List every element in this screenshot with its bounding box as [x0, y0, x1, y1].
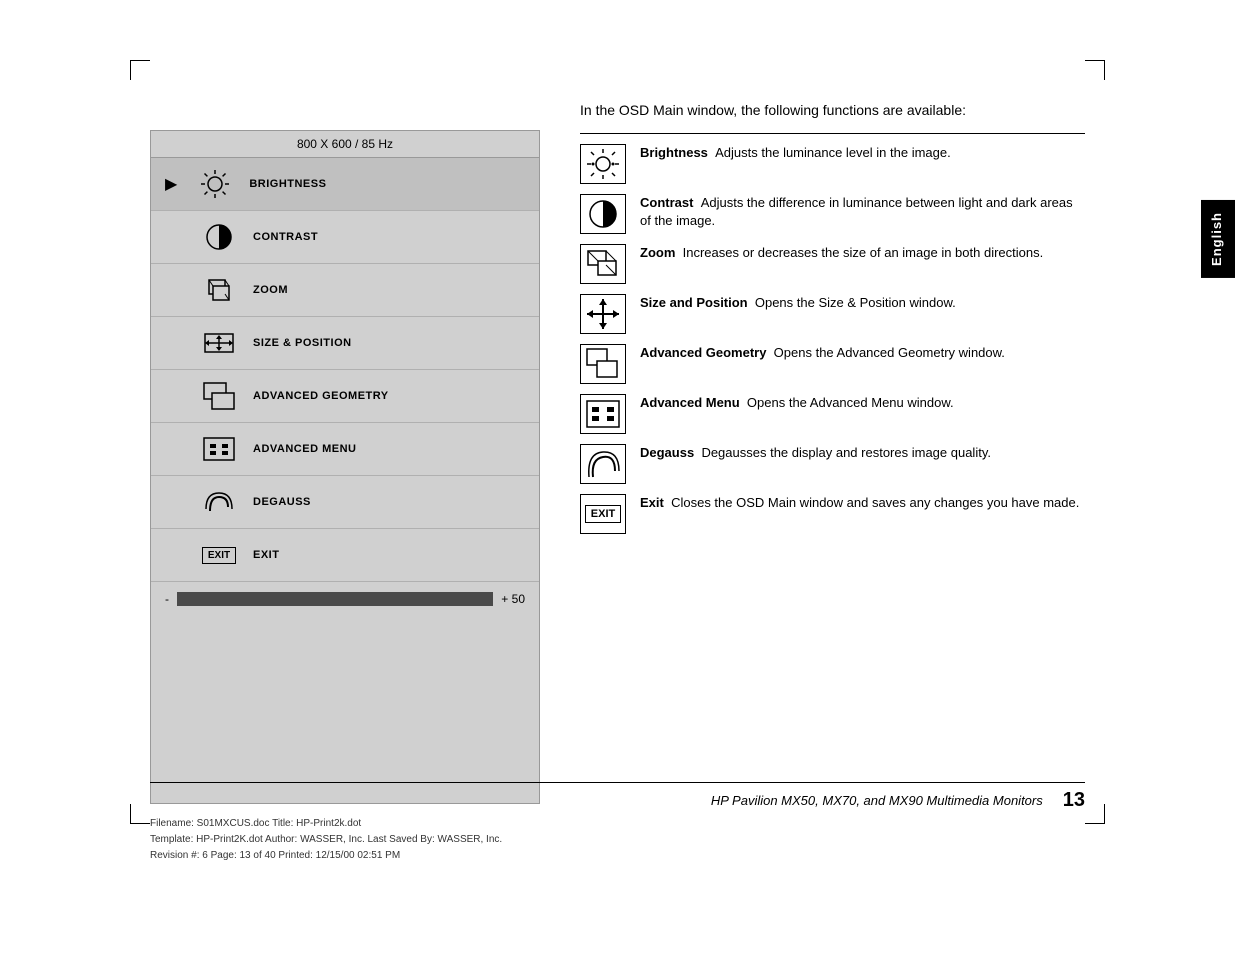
language-tab: English [1201, 200, 1235, 278]
corner-mark-tr [1085, 60, 1105, 80]
osd-item-exit[interactable]: EXIT EXIT [151, 529, 539, 582]
func-exit-desc: Closes the OSD Main window and saves any… [671, 495, 1079, 510]
func-exit-text: Exit Closes the OSD Main window and save… [640, 494, 1085, 512]
brightness-label: BRIGHTNESS [249, 178, 326, 190]
osd-item-contrast[interactable]: CONTRAST [151, 211, 539, 264]
main-area: 800 X 600 / 85 Hz ▶ [150, 80, 1085, 804]
func-advanced-menu-text: Advanced Menu Opens the Advanced Menu wi… [640, 394, 1085, 412]
exit-osd-icon: EXIT [201, 537, 237, 573]
func-contrast-text: Contrast Adjusts the difference in lumin… [640, 194, 1085, 230]
function-zoom: Zoom Increases or decreases the size of … [580, 244, 1085, 284]
corner-mark-bl [130, 804, 150, 824]
zoom-label: ZOOM [253, 284, 288, 296]
func-degauss-icon [580, 444, 626, 484]
osd-item-degauss[interactable]: DEGAUSS [151, 476, 539, 529]
function-contrast: Contrast Adjusts the difference in lumin… [580, 194, 1085, 234]
function-degauss: Degauss Degausses the display and restor… [580, 444, 1085, 484]
page-number: 13 [1063, 789, 1085, 812]
function-exit: EXIT Exit Closes the OSD Main window and… [580, 494, 1085, 534]
func-advanced-geometry-icon [580, 344, 626, 384]
func-advanced-menu-desc: Opens the Advanced Menu window. [747, 395, 954, 410]
right-panel: In the OSD Main window, the following fu… [580, 100, 1085, 804]
osd-slider-row: - + 50 [151, 582, 539, 616]
func-size-position-text: Size and Position Opens the Size & Posit… [640, 294, 1085, 312]
func-size-position-desc: Opens the Size & Position window. [755, 295, 956, 310]
footer-title: HP Pavilion MX50, MX70, and MX90 Multime… [711, 793, 1043, 808]
func-contrast-title: Contrast [640, 195, 693, 210]
zoom-icon [201, 272, 237, 308]
degauss-label: DEGAUSS [253, 496, 311, 508]
corner-mark-tl [130, 60, 150, 80]
advanced-geometry-icon [201, 378, 237, 414]
func-contrast-desc: Adjusts the difference in luminance betw… [640, 195, 1073, 228]
footer-title-line: HP Pavilion MX50, MX70, and MX90 Multime… [150, 782, 1085, 812]
function-size-position: Size and Position Opens the Size & Posit… [580, 294, 1085, 334]
osd-item-advanced-geometry[interactable]: ADVANCED GEOMETRY [151, 370, 539, 423]
advanced-menu-label: ADVANCED MENU [253, 443, 356, 455]
footer-meta-line2: Template: HP-Print2K.dot Author: WASSER,… [150, 832, 1085, 848]
size-position-label: SIZE & POSITION [253, 337, 352, 349]
func-advanced-geometry-title: Advanced Geometry [640, 345, 766, 360]
active-arrow: ▶ [165, 174, 177, 194]
func-size-position-title: Size and Position [640, 295, 748, 310]
func-advanced-menu-title: Advanced Menu [640, 395, 740, 410]
func-exit-icon: EXIT [580, 494, 626, 534]
function-advanced-menu: Advanced Menu Opens the Advanced Menu wi… [580, 394, 1085, 434]
osd-item-advanced-menu[interactable]: ADVANCED MENU [151, 423, 539, 476]
size-position-icon [201, 325, 237, 361]
degauss-icon [201, 484, 237, 520]
osd-item-zoom[interactable]: ZOOM [151, 264, 539, 317]
slider-track[interactable] [177, 592, 493, 606]
func-zoom-icon [580, 244, 626, 284]
func-brightness-text: Brightness Adjusts the luminance level i… [640, 144, 1085, 162]
func-zoom-text: Zoom Increases or decreases the size of … [640, 244, 1085, 262]
osd-item-brightness[interactable]: ▶ BRIGHTNESS [151, 158, 539, 211]
corner-mark-br [1085, 804, 1105, 824]
func-degauss-title: Degauss [640, 445, 694, 460]
contrast-label: CONTRAST [253, 231, 318, 243]
page-footer: HP Pavilion MX50, MX70, and MX90 Multime… [150, 782, 1085, 864]
intro-text: In the OSD Main window, the following fu… [580, 100, 1085, 121]
advanced-geometry-label: ADVANCED GEOMETRY [253, 390, 389, 402]
func-contrast-icon [580, 194, 626, 234]
function-brightness: Brightness Adjusts the luminance level i… [580, 144, 1085, 184]
osd-panel: 800 X 600 / 85 Hz ▶ [150, 130, 540, 804]
osd-item-size-position[interactable]: SIZE & POSITION [151, 317, 539, 370]
func-zoom-desc: Increases or decreases the size of an im… [683, 245, 1044, 260]
section-divider [580, 133, 1085, 134]
func-degauss-desc: Degausses the display and restores image… [701, 445, 991, 460]
func-advanced-menu-icon [580, 394, 626, 434]
func-brightness-title: Brightness [640, 145, 708, 160]
func-advanced-geometry-desc: Opens the Advanced Geometry window. [774, 345, 1005, 360]
footer-meta-line1: Filename: S01MXCUS.doc Title: HP-Print2k… [150, 816, 1085, 832]
advanced-menu-icon [201, 431, 237, 467]
slider-minus: - [165, 592, 169, 606]
func-exit-title: Exit [640, 495, 664, 510]
exit-label: EXIT [253, 549, 279, 561]
osd-header: 800 X 600 / 85 Hz [151, 131, 539, 158]
func-size-position-icon [580, 294, 626, 334]
func-degauss-text: Degauss Degausses the display and restor… [640, 444, 1085, 462]
footer-meta: Filename: S01MXCUS.doc Title: HP-Print2k… [150, 816, 1085, 864]
brightness-icon [197, 166, 233, 202]
footer-meta-line3: Revision #: 6 Page: 13 of 40 Printed: 12… [150, 848, 1085, 864]
function-advanced-geometry: Advanced Geometry Opens the Advanced Geo… [580, 344, 1085, 384]
func-brightness-icon [580, 144, 626, 184]
func-advanced-geometry-text: Advanced Geometry Opens the Advanced Geo… [640, 344, 1085, 362]
func-zoom-title: Zoom [640, 245, 675, 260]
func-brightness-desc: Adjusts the luminance level in the image… [715, 145, 951, 160]
contrast-icon [201, 219, 237, 255]
slider-plus: + 50 [501, 592, 525, 606]
page-content: 800 X 600 / 85 Hz ▶ [150, 80, 1085, 804]
function-list: Brightness Adjusts the luminance level i… [580, 144, 1085, 534]
